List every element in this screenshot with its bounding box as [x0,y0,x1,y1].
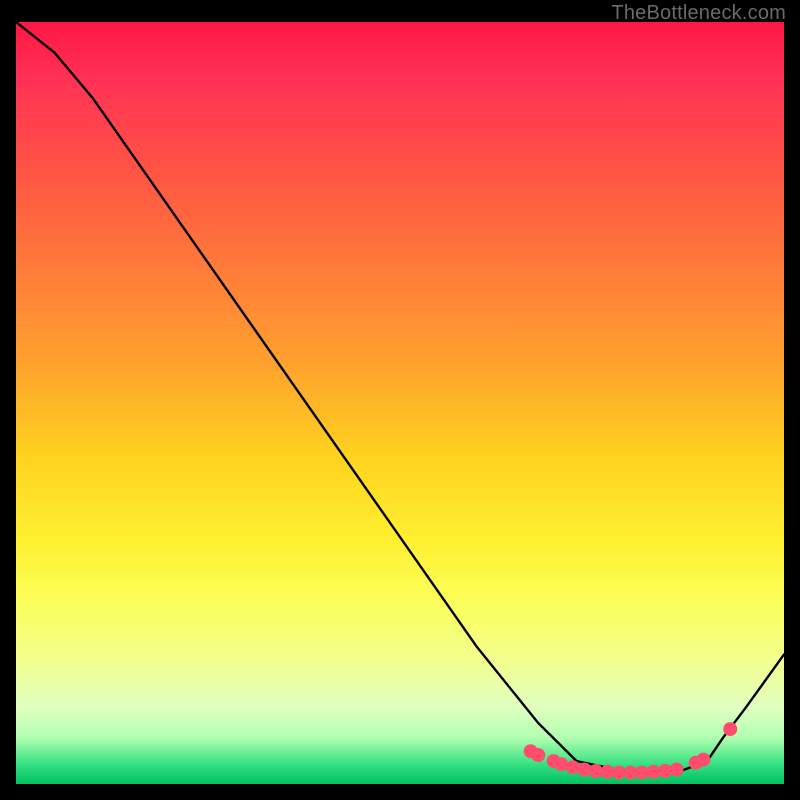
chart-marker-dot [696,753,710,767]
chart-curve-line [16,22,784,773]
chart-svg [16,22,784,784]
chart-marker-dot [531,748,545,762]
chart-marker-dot [723,722,737,736]
chart-marker-dot [670,763,684,777]
chart-plot-area [16,22,784,784]
chart-marker-group [524,722,738,780]
